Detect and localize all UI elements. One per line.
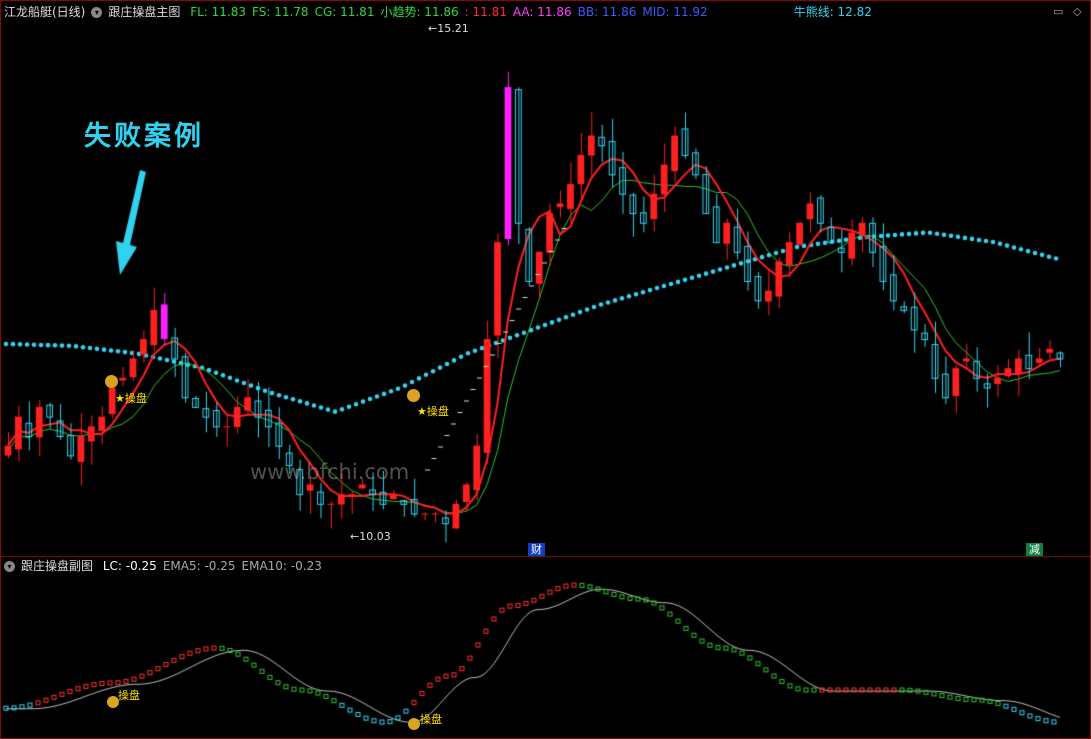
event-jian-badge[interactable]: 减	[1026, 543, 1043, 556]
dropdown-circle-icon[interactable]: ▾	[91, 7, 103, 18]
event-cai-badge[interactable]: 财	[528, 543, 545, 556]
money-bag-icon	[407, 389, 420, 402]
main-value-1: FS: 11.78	[252, 5, 309, 19]
diamond-icon[interactable]: ◇	[1073, 5, 1081, 18]
money-bag-icon	[105, 375, 118, 388]
signal-label-2: ★操盘	[417, 405, 449, 418]
high-price-label: ←15.21	[428, 22, 469, 35]
sub-indicator-values: LC: -0.25 EMA5: -0.25 EMA10: -0.23	[103, 559, 328, 573]
money-bag-icon	[107, 696, 119, 708]
main-value-2: CG: 11.81	[314, 5, 375, 19]
sub-signal-label-2: 操盘	[420, 713, 442, 726]
signal-label-1: ★操盘	[115, 392, 147, 405]
sub-indicator-header: ▾ 跟庄操盘副图 LC: -0.25 EMA5: -0.25 EMA10: -0.23	[4, 558, 334, 574]
main-indicator-values: FL: 11.83 FS: 11.78 CG: 11.81 小趋势: 11.86 : 1…	[190, 5, 878, 19]
main-value-0: FL: 11.83	[190, 5, 247, 19]
main-value-8: 牛熊线: 12.82	[793, 5, 872, 19]
main-value-5: AA: 11.86	[512, 5, 572, 19]
failure-case-title: 失败案例	[84, 121, 204, 152]
sub-value-2: EMA10: -0.23	[241, 559, 322, 573]
money-bag-icon	[408, 718, 420, 730]
kline-chart-canvas[interactable]	[0, 0, 1091, 739]
sub-dropdown-circle-icon[interactable]: ▾	[4, 561, 15, 572]
main-indicator-name: 跟庄操盘主图	[108, 5, 181, 19]
main-value-3: 小趋势: 11.86	[380, 5, 459, 19]
sub-indicator-name: 跟庄操盘副图	[21, 559, 94, 573]
sub-value-1: EMA5: -0.25	[162, 559, 236, 573]
main-value-4: : 11.81	[464, 5, 507, 19]
watermark: www.bfchi.com	[250, 460, 410, 484]
sub-signal-label-1: 操盘	[118, 689, 140, 702]
stock-name: 江龙船艇(日线)	[4, 5, 86, 19]
expand-icon[interactable]: ▭	[1053, 5, 1063, 18]
sub-value-0: LC: -0.25	[102, 559, 157, 573]
main-indicator-header: 江龙船艇(日线) ▾ 跟庄操盘主图 FL: 11.83 FS: 11.78 CG: 11…	[4, 4, 884, 20]
main-value-6: BB: 11.86	[577, 5, 637, 19]
main-value-7: MID: 11.92	[642, 5, 708, 19]
low-price-label: ←10.03	[350, 530, 391, 543]
